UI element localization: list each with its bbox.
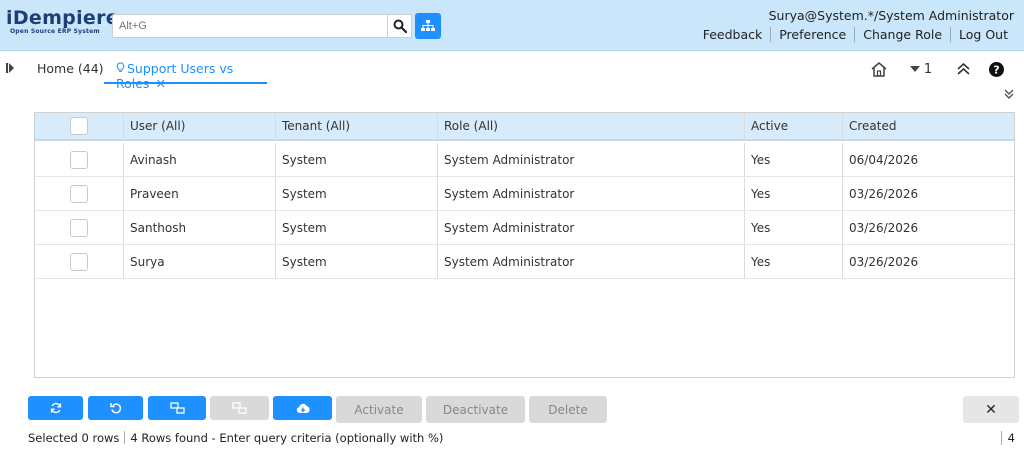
window-count: 1 (923, 61, 933, 77)
column-header-role[interactable]: Role (All) (438, 113, 745, 139)
status-separator (124, 431, 126, 444)
search-button[interactable] (388, 14, 412, 38)
refresh-button[interactable] (28, 396, 83, 420)
double-chevron-up-icon (956, 63, 970, 75)
cell-user: Santhosh (124, 211, 276, 244)
cell-tenant: System (276, 211, 438, 244)
cell-tenant: System (276, 143, 438, 176)
table-row[interactable]: Praveen System System Administrator Yes … (35, 177, 1014, 211)
cell-active: Yes (745, 245, 843, 278)
cell-role: System Administrator (438, 211, 745, 244)
home-icon (871, 61, 887, 77)
tab-label: Support Users vs Roles (116, 61, 234, 91)
grid-header: User (All) Tenant (All) Role (All) Activ… (35, 113, 1014, 141)
deactivate-button[interactable]: Deactivate (426, 396, 525, 423)
tab-home[interactable]: Home (44) (37, 61, 104, 76)
table-row[interactable]: Santhosh System System Administrator Yes… (35, 211, 1014, 245)
cell-tenant: System (276, 245, 438, 278)
row-select-cell (35, 177, 124, 210)
cell-role: System Administrator (438, 177, 745, 210)
select-all-checkbox[interactable] (70, 117, 88, 135)
cell-created: 03/26/2026 (849, 220, 919, 235)
close-tab-icon[interactable]: ✕ (155, 76, 165, 91)
row-checkbox[interactable] (70, 150, 88, 169)
collapse-header-button[interactable] (955, 59, 971, 79)
row-checkbox[interactable] (70, 218, 88, 237)
preference-link[interactable]: Preference (770, 27, 854, 42)
results-grid: User (All) Tenant (All) Role (All) Activ… (34, 112, 1015, 378)
feedback-link[interactable]: Feedback (695, 27, 771, 42)
zoom-window-disabled-button[interactable] (210, 396, 269, 420)
cell-role: System Administrator (438, 143, 745, 176)
search-icon (393, 19, 407, 33)
column-header-active[interactable]: Active (745, 113, 843, 139)
cell-created: 06/04/2026 (849, 152, 919, 167)
activate-button[interactable]: Activate (336, 396, 422, 423)
expand-panel-icon[interactable] (6, 62, 16, 74)
table-row[interactable]: Surya System System Administrator Yes 03… (35, 245, 1014, 279)
double-chevron-down-icon[interactable] (1004, 89, 1014, 99)
logo-text: iDempiere (6, 7, 119, 29)
caret-down-icon (909, 66, 920, 72)
selected-count: Selected 0 rows (28, 431, 120, 445)
cell-created: 03/26/2026 (849, 254, 919, 269)
global-search-input[interactable] (112, 14, 388, 38)
cell-tenant: System (276, 177, 438, 210)
refresh-icon (50, 402, 61, 414)
table-row[interactable]: Avinash System System Administrator Yes … (35, 143, 1014, 177)
cloud-download-icon (296, 403, 310, 413)
window-link-icon (169, 402, 185, 414)
column-header-user[interactable]: User (All) (124, 113, 276, 139)
reset-button[interactable] (88, 396, 143, 420)
cell-active: Yes (745, 143, 843, 176)
cell-user: Surya (124, 245, 276, 278)
delete-button[interactable]: Delete (529, 396, 607, 423)
home-button[interactable] (868, 59, 890, 79)
window-list-dropdown[interactable]: 1 (907, 59, 935, 79)
header-links: Feedback Preference Change Role Log Out (695, 27, 1016, 42)
logo-subtitle: Open Source ERP System (10, 28, 100, 35)
app-header: iDempiere Open Source ERP System Surya@S… (0, 0, 1024, 51)
rows-found-message: 4 Rows found - Enter query criteria (opt… (130, 431, 444, 445)
app-logo[interactable]: iDempiere Open Source ERP System (6, 7, 119, 42)
logout-link[interactable]: Log Out (950, 27, 1016, 42)
cell-user: Praveen (124, 177, 276, 210)
close-dialog-button[interactable]: ✕ (963, 396, 1019, 423)
row-checkbox[interactable] (70, 252, 88, 271)
cell-active: Yes (745, 211, 843, 244)
record-count: 4 (1000, 431, 1015, 445)
change-role-link[interactable]: Change Role (854, 27, 950, 42)
cell-role: System Administrator (438, 245, 745, 278)
sitemap-icon (421, 20, 435, 31)
column-header-tenant[interactable]: Tenant (All) (276, 113, 438, 139)
row-select-cell (35, 245, 124, 278)
status-bar: Selected 0 rows 4 Rows found - Enter que… (28, 431, 443, 445)
user-role-info: Surya@System.*/System Administrator (768, 8, 1014, 23)
select-all-cell (35, 113, 124, 139)
column-header-created[interactable]: Created (843, 113, 1014, 139)
svg-text:?: ? (993, 63, 999, 76)
row-select-cell (35, 143, 124, 176)
zoom-window-button[interactable] (148, 396, 206, 420)
cell-active: Yes (745, 177, 843, 210)
lightbulb-icon (116, 62, 125, 72)
tab-support-users-vs-roles[interactable]: Support Users vs Roles ✕ (104, 59, 267, 91)
cell-user: Avinash (124, 143, 276, 176)
row-select-cell (35, 211, 124, 244)
cell-created: 03/26/2026 (849, 186, 919, 201)
export-button[interactable] (273, 396, 332, 420)
help-button[interactable]: ? (988, 59, 1004, 79)
help-icon: ? (988, 61, 1004, 77)
window-link-icon (232, 402, 247, 414)
row-checkbox[interactable] (70, 184, 88, 203)
tab-bar: Home (44) Support Users vs Roles ✕ 1 ? (0, 51, 1024, 91)
menu-tree-button[interactable] (415, 13, 441, 39)
undo-icon (109, 403, 121, 414)
